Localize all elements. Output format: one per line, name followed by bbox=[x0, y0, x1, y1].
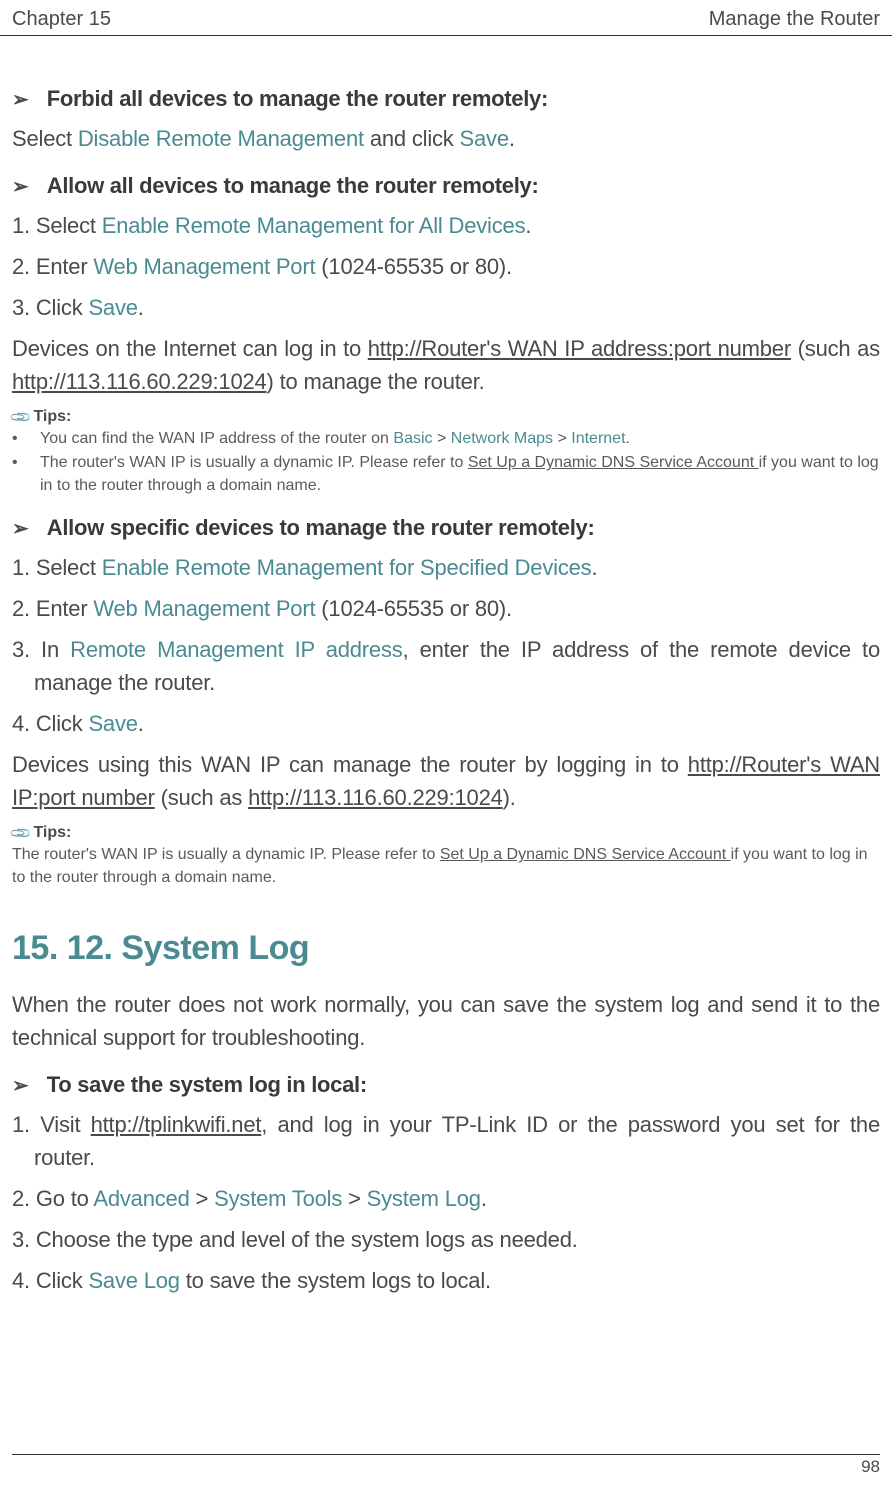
tip-text: The router's WAN IP is usually a dynamic… bbox=[12, 844, 880, 889]
step-3: 3. Click Save. bbox=[12, 291, 880, 324]
link-web-port[interactable]: Web Management Port bbox=[93, 596, 315, 621]
link-enable-all[interactable]: Enable Remote Management for All Devices bbox=[102, 213, 526, 238]
step-4: 4. Click Save. bbox=[12, 707, 880, 740]
link-advanced[interactable]: Advanced bbox=[93, 1186, 189, 1211]
devices-wan-info: Devices using this WAN IP can manage the… bbox=[12, 748, 880, 814]
link-save[interactable]: Save bbox=[88, 295, 137, 320]
forbid-instruction: Select Disable Remote Management and cli… bbox=[12, 122, 880, 155]
tips-label: 📎 Tips: bbox=[12, 408, 880, 426]
step-2: 2. Go to Advanced > System Tools > Syste… bbox=[12, 1182, 880, 1215]
arrow-right-icon: ➢ bbox=[12, 86, 29, 114]
step-2: 2. Enter Web Management Port (1024-65535… bbox=[12, 592, 880, 625]
link-network-maps[interactable]: Network Maps bbox=[451, 430, 553, 447]
step-1: 1. Select Enable Remote Management for A… bbox=[12, 209, 880, 242]
heading-forbid: ➢ Forbid all devices to manage the route… bbox=[12, 86, 880, 114]
devices-login-info: Devices on the Internet can log in to ht… bbox=[12, 332, 880, 398]
tip-bullet-1: • You can find the WAN IP address of the… bbox=[12, 428, 880, 450]
heading-allow-specific: ➢ Allow specific devices to manage the r… bbox=[12, 515, 880, 543]
link-system-log[interactable]: System Log bbox=[367, 1186, 481, 1211]
page-content: ➢ Forbid all devices to manage the route… bbox=[0, 86, 892, 1297]
tips-label: 📎 Tips: bbox=[12, 824, 880, 842]
step-4: 4. Click Save Log to save the system log… bbox=[12, 1264, 880, 1297]
link-save[interactable]: Save bbox=[88, 711, 137, 736]
heading-text: Allow specific devices to manage the rou… bbox=[47, 515, 595, 541]
link-router-wan-url[interactable]: http://Router's WAN IP address:port numb… bbox=[368, 336, 791, 361]
step-3: 3. In Remote Management IP address, ente… bbox=[12, 633, 880, 699]
page-header: Chapter 15 Manage the Router bbox=[0, 0, 892, 36]
attach-icon: 📎 bbox=[9, 821, 33, 845]
link-disable-remote[interactable]: Disable Remote Management bbox=[78, 126, 364, 151]
step-1: 1. Select Enable Remote Management for S… bbox=[12, 551, 880, 584]
tip-bullet-2: • The router's WAN IP is usually a dynam… bbox=[12, 452, 880, 497]
heading-text: Allow all devices to manage the router r… bbox=[47, 173, 539, 199]
heading-text: Forbid all devices to manage the router … bbox=[47, 86, 548, 112]
link-dynamic-dns[interactable]: Set Up a Dynamic DNS Service Account bbox=[468, 454, 759, 471]
page-title: Manage the Router bbox=[709, 8, 880, 31]
bullet-dot: • bbox=[12, 428, 40, 450]
link-system-tools[interactable]: System Tools bbox=[214, 1186, 342, 1211]
page-number: 98 bbox=[12, 1454, 880, 1477]
arrow-right-icon: ➢ bbox=[12, 173, 29, 201]
arrow-right-icon: ➢ bbox=[12, 515, 29, 543]
link-example-url[interactable]: http://113.116.60.229:1024 bbox=[12, 369, 267, 394]
link-internet[interactable]: Internet bbox=[571, 430, 625, 447]
system-log-intro: When the router does not work normally, … bbox=[12, 988, 880, 1054]
link-example-url[interactable]: http://113.116.60.229:1024 bbox=[248, 785, 503, 810]
link-remote-ip[interactable]: Remote Management IP address bbox=[70, 637, 402, 662]
step-2: 2. Enter Web Management Port (1024-65535… bbox=[12, 250, 880, 283]
link-basic[interactable]: Basic bbox=[393, 430, 432, 447]
chapter-label: Chapter 15 bbox=[12, 8, 111, 31]
heading-text: To save the system log in local: bbox=[47, 1072, 367, 1098]
bullet-dot: • bbox=[12, 452, 40, 497]
heading-allow-all: ➢ Allow all devices to manage the router… bbox=[12, 173, 880, 201]
section-heading-system-log: 15. 12. System Log bbox=[12, 929, 880, 968]
step-3: 3. Choose the type and level of the syst… bbox=[12, 1223, 880, 1256]
link-save[interactable]: Save bbox=[460, 126, 509, 151]
link-enable-specified[interactable]: Enable Remote Management for Specified D… bbox=[102, 555, 592, 580]
link-save-log[interactable]: Save Log bbox=[88, 1268, 179, 1293]
link-web-port[interactable]: Web Management Port bbox=[93, 254, 315, 279]
arrow-right-icon: ➢ bbox=[12, 1072, 29, 1100]
step-1: 1. Visit http://tplinkwifi.net, and log … bbox=[12, 1108, 880, 1174]
link-tplinkwifi[interactable]: http://tplinkwifi.net bbox=[91, 1112, 262, 1137]
link-dynamic-dns[interactable]: Set Up a Dynamic DNS Service Account bbox=[440, 846, 731, 863]
heading-save-log: ➢ To save the system log in local: bbox=[12, 1072, 880, 1100]
attach-icon: 📎 bbox=[9, 405, 33, 429]
